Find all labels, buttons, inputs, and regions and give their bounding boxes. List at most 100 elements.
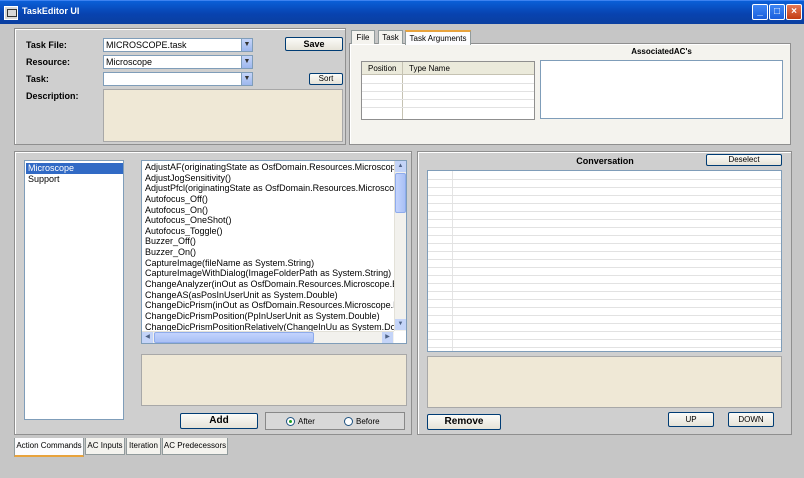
method-item[interactable]: ChangeDicPrismPosition(PpInUserUnit as S… bbox=[143, 311, 396, 322]
up-button[interactable]: UP bbox=[668, 412, 714, 427]
grid-row-line bbox=[428, 227, 781, 228]
row-divider bbox=[362, 107, 534, 108]
grid-row-line bbox=[428, 195, 781, 196]
methods-listbox[interactable]: AdjustAF(originatingState as OsfDomain.R… bbox=[141, 160, 407, 344]
method-item[interactable]: CaptureImageWithDialog(ImageFolderPath a… bbox=[143, 268, 396, 279]
close-button[interactable]: × bbox=[786, 4, 802, 20]
position-radio-group: After Before bbox=[265, 412, 405, 430]
method-item[interactable]: Autofocus_On() bbox=[143, 205, 396, 216]
method-detail-box[interactable] bbox=[141, 354, 407, 406]
after-radio[interactable] bbox=[286, 417, 295, 426]
method-item[interactable]: ChangeDicPrism(inOut as OsfDomain.Resour… bbox=[143, 300, 396, 311]
grid-row-line bbox=[428, 339, 781, 340]
tab-ac-inputs[interactable]: AC Inputs bbox=[85, 438, 125, 455]
method-item[interactable]: ChangeAS(asPosInUserUnit as System.Doubl… bbox=[143, 290, 396, 301]
row-divider bbox=[362, 99, 534, 100]
grid-row-line bbox=[428, 251, 781, 252]
description-label: Description: bbox=[26, 91, 79, 101]
method-item[interactable]: AdjustAF(originatingState as OsfDomain.R… bbox=[143, 162, 396, 173]
before-label[interactable]: Before bbox=[356, 417, 380, 426]
method-item[interactable]: AdjustPfcl(originatingState as OsfDomain… bbox=[143, 183, 396, 194]
col-type-name[interactable]: Type Name bbox=[409, 64, 450, 73]
title-bar[interactable]: TaskEditor UI _ □ × bbox=[0, 0, 804, 24]
maximize-button[interactable]: □ bbox=[769, 4, 785, 20]
grid-row-line bbox=[428, 331, 781, 332]
tab-iteration[interactable]: Iteration bbox=[126, 438, 161, 455]
scroll-up-icon[interactable]: ▲ bbox=[395, 161, 406, 172]
grid-row-line bbox=[428, 187, 781, 188]
sort-button[interactable]: Sort bbox=[309, 73, 343, 85]
grid-row-line bbox=[428, 275, 781, 276]
add-button[interactable]: Add bbox=[180, 413, 258, 429]
deselect-button[interactable]: Deselect bbox=[706, 154, 782, 166]
down-button[interactable]: DOWN bbox=[728, 412, 774, 427]
minimize-icon: _ bbox=[757, 6, 763, 17]
grid-row-line bbox=[428, 179, 781, 180]
after-label[interactable]: After bbox=[298, 417, 315, 426]
method-item[interactable]: Buzzer_Off() bbox=[143, 236, 396, 247]
before-radio[interactable] bbox=[344, 417, 353, 426]
arguments-table[interactable]: Position Type Name bbox=[361, 61, 535, 120]
grid-row-line bbox=[428, 203, 781, 204]
remove-button[interactable]: Remove bbox=[427, 414, 501, 430]
method-item[interactable]: CaptureImage(fileName as System.String) bbox=[143, 258, 396, 269]
grid-row-line bbox=[428, 283, 781, 284]
vertical-scrollbar[interactable]: ▲ ▼ bbox=[394, 161, 406, 331]
scroll-thumb-horizontal[interactable] bbox=[154, 332, 314, 343]
task-file-combo[interactable]: MICROSCOPE.task ▼ bbox=[103, 38, 253, 52]
grid-row-line bbox=[428, 323, 781, 324]
method-item[interactable]: Autofocus_Toggle() bbox=[143, 226, 396, 237]
scroll-thumb[interactable] bbox=[395, 173, 406, 213]
method-item[interactable]: AdjustJogSensitivity() bbox=[143, 173, 396, 184]
grid-row-line bbox=[428, 267, 781, 268]
list-item-support[interactable]: Support bbox=[26, 174, 123, 185]
grid-row-line bbox=[428, 235, 781, 236]
grid-row-line bbox=[428, 299, 781, 300]
horizontal-scrollbar[interactable]: ◀ ▶ bbox=[142, 331, 394, 343]
tab-task[interactable]: Task bbox=[378, 30, 403, 44]
save-button[interactable]: Save bbox=[285, 37, 343, 51]
grid-row-line bbox=[428, 243, 781, 244]
chevron-down-icon[interactable]: ▼ bbox=[241, 39, 252, 51]
minimize-button[interactable]: _ bbox=[752, 4, 768, 20]
method-item[interactable]: ChangeAnalyzer(inOut as OsfDomain.Resour… bbox=[143, 279, 396, 290]
chevron-down-icon[interactable]: ▼ bbox=[241, 73, 252, 85]
grid-row-line bbox=[428, 219, 781, 220]
resource-value: Microscope bbox=[106, 57, 153, 67]
tab-task-arguments[interactable]: Task Arguments bbox=[405, 30, 471, 45]
tab-ac-predecessors[interactable]: AC Predecessors bbox=[162, 438, 228, 455]
scroll-right-icon[interactable]: ▶ bbox=[382, 332, 393, 343]
list-item-microscope[interactable]: Microscope bbox=[26, 163, 123, 174]
grid-row-line bbox=[428, 291, 781, 292]
window-title: TaskEditor UI bbox=[22, 6, 80, 16]
method-item[interactable]: Buzzer_On() bbox=[143, 247, 396, 258]
row-divider bbox=[362, 91, 534, 92]
grid-column-divider bbox=[452, 171, 453, 351]
task-combo[interactable]: ▼ bbox=[103, 72, 253, 86]
associated-title: AssociatedAC's bbox=[631, 47, 692, 56]
maximize-icon: □ bbox=[773, 6, 781, 17]
methods-list: AdjustAF(originatingState as OsfDomain.R… bbox=[143, 162, 396, 332]
app-icon bbox=[4, 6, 18, 20]
grid-row-line bbox=[428, 211, 781, 212]
tab-action-commands[interactable]: Action Commands bbox=[14, 438, 84, 457]
resource-listbox[interactable]: Microscope Support bbox=[24, 160, 124, 420]
method-item[interactable]: Autofocus_OneShot() bbox=[143, 215, 396, 226]
grid-row-line bbox=[428, 347, 781, 348]
col-position[interactable]: Position bbox=[368, 64, 396, 73]
scroll-down-icon[interactable]: ▼ bbox=[395, 319, 406, 330]
task-label: Task: bbox=[26, 74, 49, 84]
grid-row-line bbox=[428, 259, 781, 260]
grid-row-line bbox=[428, 315, 781, 316]
conversation-grid[interactable] bbox=[427, 170, 782, 352]
grid-row-line bbox=[428, 307, 781, 308]
associated-acs-list[interactable] bbox=[540, 60, 783, 119]
conversation-detail-box[interactable] bbox=[427, 356, 782, 408]
tab-file[interactable]: File bbox=[351, 30, 375, 44]
scroll-left-icon[interactable]: ◀ bbox=[142, 332, 153, 343]
task-file-value: MICROSCOPE.task bbox=[106, 40, 187, 50]
chevron-down-icon[interactable]: ▼ bbox=[241, 56, 252, 68]
description-textarea[interactable] bbox=[103, 89, 343, 142]
resource-combo[interactable]: Microscope ▼ bbox=[103, 55, 253, 69]
method-item[interactable]: Autofocus_Off() bbox=[143, 194, 396, 205]
